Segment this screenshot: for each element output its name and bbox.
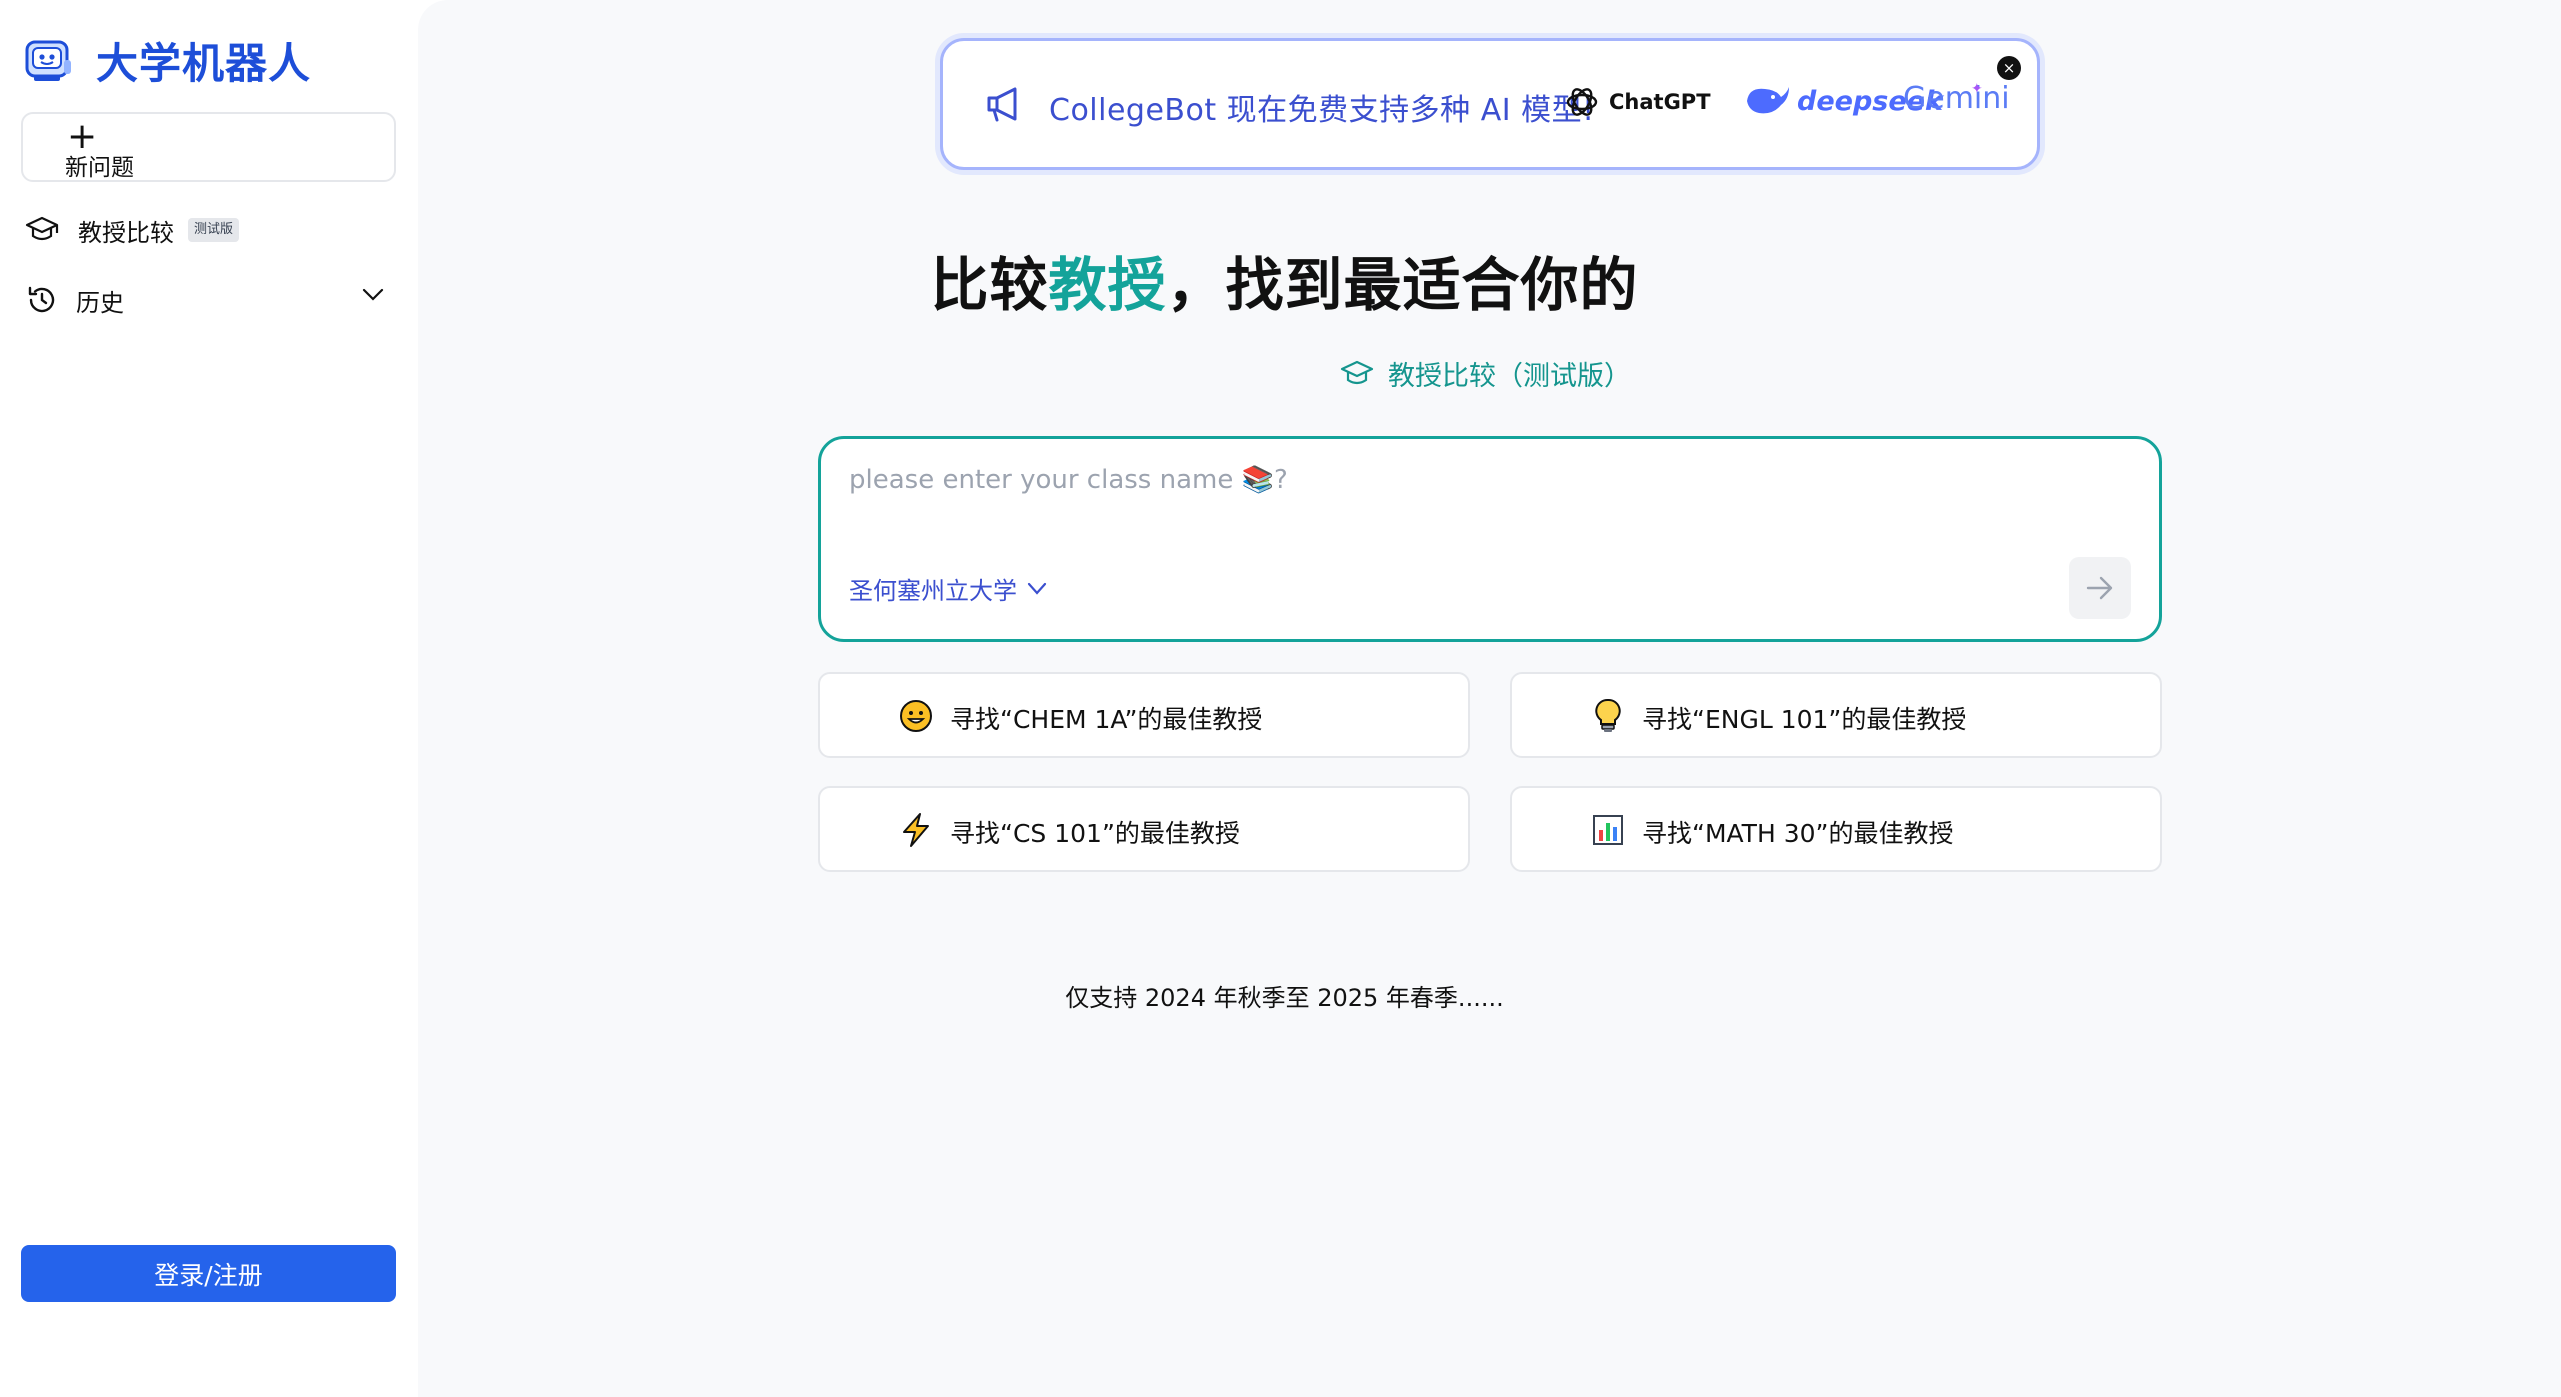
class-name-input[interactable]	[849, 455, 2109, 505]
chatgpt-logo: ChatGPT	[1563, 83, 1711, 121]
send-button[interactable]	[2069, 557, 2131, 619]
lightbulb-icon	[1588, 696, 1628, 736]
chevron-down-icon	[1027, 582, 1047, 595]
announcement-banner: CollegeBot 现在免费支持多种 AI 模型! ChatGPT deeps…	[940, 38, 2040, 170]
title-suffix: ，找到最适合你的	[1166, 251, 1639, 319]
school-select-value: 圣何塞州立大学	[849, 577, 1017, 605]
bar-chart-icon	[1588, 810, 1628, 850]
suggestion-text: 寻找“ENGL 101”的最佳教授	[1642, 705, 1967, 734]
megaphone-icon	[987, 87, 1017, 122]
sparkle-icon: ✦	[1971, 81, 1983, 97]
professor-compare-link[interactable]: 教授比较（测试版）	[1340, 354, 1631, 393]
arrow-right-icon	[2086, 576, 2113, 600]
suggestion-card[interactable]: 寻找“CHEM 1A”的最佳教授	[818, 672, 1470, 758]
lightning-icon	[896, 810, 936, 850]
sidebar: 大学机器人 + 新问题 教授比较 测试版 历史 登录/注册	[0, 0, 418, 1397]
chevron-down-icon[interactable]	[362, 288, 384, 302]
brand-name: 大学机器人	[96, 39, 312, 88]
sidebar-item-label: 教授比较	[78, 218, 174, 247]
suggestion-text: 寻找“CHEM 1A”的最佳教授	[950, 705, 1263, 734]
suggestion-text: 寻找“CS 101”的最佳教授	[950, 819, 1240, 848]
gemini-logo: Gemini	[1903, 81, 2010, 116]
robot-logo-icon	[25, 40, 71, 81]
suggestion-card[interactable]: 寻找“MATH 30”的最佳教授	[1510, 786, 2162, 872]
query-box: 圣何塞州立大学	[818, 436, 2162, 642]
openai-icon	[1566, 88, 1598, 116]
smiley-icon	[896, 696, 936, 736]
clock-icon	[24, 282, 60, 318]
new-question-button[interactable]: + 新问题	[21, 112, 396, 182]
sidebar-item-label: 历史	[76, 288, 124, 317]
sidebar-item-professor-compare[interactable]: 教授比较 测试版	[24, 212, 240, 248]
graduation-cap-icon	[1340, 360, 1374, 384]
whale-icon	[1747, 87, 1789, 114]
subtitle-text: 教授比较（测试版）	[1388, 361, 1631, 392]
close-banner-button[interactable]: ×	[1997, 56, 2021, 80]
title-accent: 教授	[1048, 251, 1167, 319]
title-prefix: 比较	[930, 251, 1049, 319]
login-register-button[interactable]: 登录/注册	[21, 1245, 396, 1302]
brand[interactable]: 大学机器人	[24, 30, 311, 91]
chatgpt-label: ChatGPT	[1609, 90, 1711, 114]
main-panel: CollegeBot 现在免费支持多种 AI 模型! ChatGPT deeps…	[418, 0, 2561, 1397]
suggestion-card[interactable]: 寻找“CS 101”的最佳教授	[818, 786, 1470, 872]
suggestion-text: 寻找“MATH 30”的最佳教授	[1642, 819, 1954, 848]
graduation-cap-icon	[24, 212, 60, 248]
page-title: 比较教授，找到最适合你的	[418, 238, 2151, 322]
sidebar-item-history[interactable]: 历史	[24, 282, 384, 318]
banner-text: CollegeBot 现在免费支持多种 AI 模型!	[1049, 93, 1595, 128]
suggestion-card[interactable]: 寻找“ENGL 101”的最佳教授	[1510, 672, 2162, 758]
support-note: 仅支持 2024 年秋季至 2025 年春季......	[1065, 984, 1504, 1012]
beta-badge: 测试版	[188, 218, 240, 242]
school-select[interactable]: 圣何塞州立大学	[849, 571, 1047, 606]
new-question-label: 新问题	[65, 155, 134, 181]
